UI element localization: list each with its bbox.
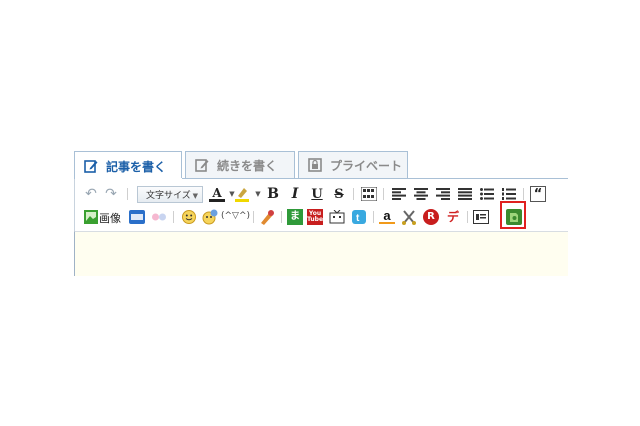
strikethrough-icon[interactable]: S [331, 186, 347, 202]
blockquote-icon[interactable]: “ [530, 186, 546, 202]
image-icon[interactable] [83, 209, 99, 225]
separator [467, 211, 468, 223]
emoji-icon[interactable] [181, 209, 197, 225]
redo-icon[interactable]: ↷ [103, 186, 119, 202]
font-color-icon[interactable]: A [209, 186, 225, 202]
amazon-icon[interactable]: a [379, 209, 395, 224]
evernote-highlight-box [500, 201, 526, 229]
italic-icon[interactable]: I [287, 186, 303, 202]
align-left-icon[interactable] [391, 186, 407, 202]
underline-icon[interactable]: U [309, 186, 325, 202]
image-label[interactable]: 画像 [99, 210, 121, 226]
blog-editor: 記事を書く 続きを書く プライベート ↶ ↷ 文字サイズ ▼ A ▼ ▼ B I… [74, 151, 569, 276]
tab-label: 続きを書く [217, 158, 278, 173]
lock-icon [308, 158, 322, 172]
map-icon[interactable]: ま [287, 209, 303, 225]
editor-toolbar: ↶ ↷ 文字サイズ ▼ A ▼ ▼ B I U S “ 画像 (^▽^) ま Y… [74, 179, 569, 231]
separator [127, 188, 128, 200]
separator [373, 211, 374, 223]
dekomail-icon[interactable]: デ [445, 209, 461, 225]
emoji-palette-icon[interactable] [202, 209, 218, 225]
tab-write-article[interactable]: 記事を書く [74, 151, 182, 180]
align-center-icon[interactable] [413, 186, 429, 202]
undo-icon[interactable]: ↶ [83, 186, 99, 202]
separator [353, 188, 354, 200]
chevron-down-icon: ▼ [192, 192, 198, 200]
twitter-icon[interactable]: t [351, 209, 367, 225]
tab-label: プライベート [330, 158, 403, 173]
separator [253, 211, 254, 223]
embed-icon[interactable] [473, 209, 489, 225]
separator [281, 211, 282, 223]
pencil-icon [195, 159, 209, 172]
cut-icon[interactable] [401, 209, 417, 225]
flickr-icon[interactable] [151, 209, 167, 225]
photozou-icon[interactable] [129, 209, 145, 225]
tab-continue-writing[interactable]: 続きを書く [185, 151, 295, 178]
bold-icon[interactable]: B [265, 186, 281, 202]
decoration-icon[interactable] [259, 209, 275, 225]
toolbar-row-insert: 画像 (^▽^) ま You Tube t a R デ [75, 206, 569, 228]
separator [523, 188, 524, 200]
font-size-select[interactable]: 文字サイズ ▼ [137, 186, 203, 203]
highlight-color-icon[interactable] [234, 186, 250, 202]
kaomoji-label[interactable]: (^▽^) [221, 211, 250, 221]
separator [173, 211, 174, 223]
niconico-icon[interactable] [329, 209, 345, 225]
special-chars-icon[interactable] [361, 186, 377, 202]
pencil-icon [84, 160, 98, 173]
rakuten-icon[interactable]: R [423, 209, 439, 225]
toolbar-row-formatting: ↶ ↷ 文字サイズ ▼ A ▼ ▼ B I U S “ [75, 183, 569, 205]
align-right-icon[interactable] [435, 186, 451, 202]
numbered-list-icon[interactable] [501, 186, 517, 202]
editor-content-area[interactable] [74, 231, 568, 276]
tab-private[interactable]: プライベート [298, 151, 408, 178]
youtube-icon[interactable]: You Tube [307, 209, 323, 225]
separator [383, 188, 384, 200]
editor-tabs: 記事を書く 続きを書く プライベート [74, 151, 568, 180]
tab-label: 記事を書く [106, 159, 167, 174]
bullet-list-icon[interactable] [479, 186, 495, 202]
chevron-down-icon[interactable]: ▼ [250, 186, 266, 202]
justify-icon[interactable] [457, 186, 473, 202]
font-size-label: 文字サイズ [146, 191, 191, 201]
